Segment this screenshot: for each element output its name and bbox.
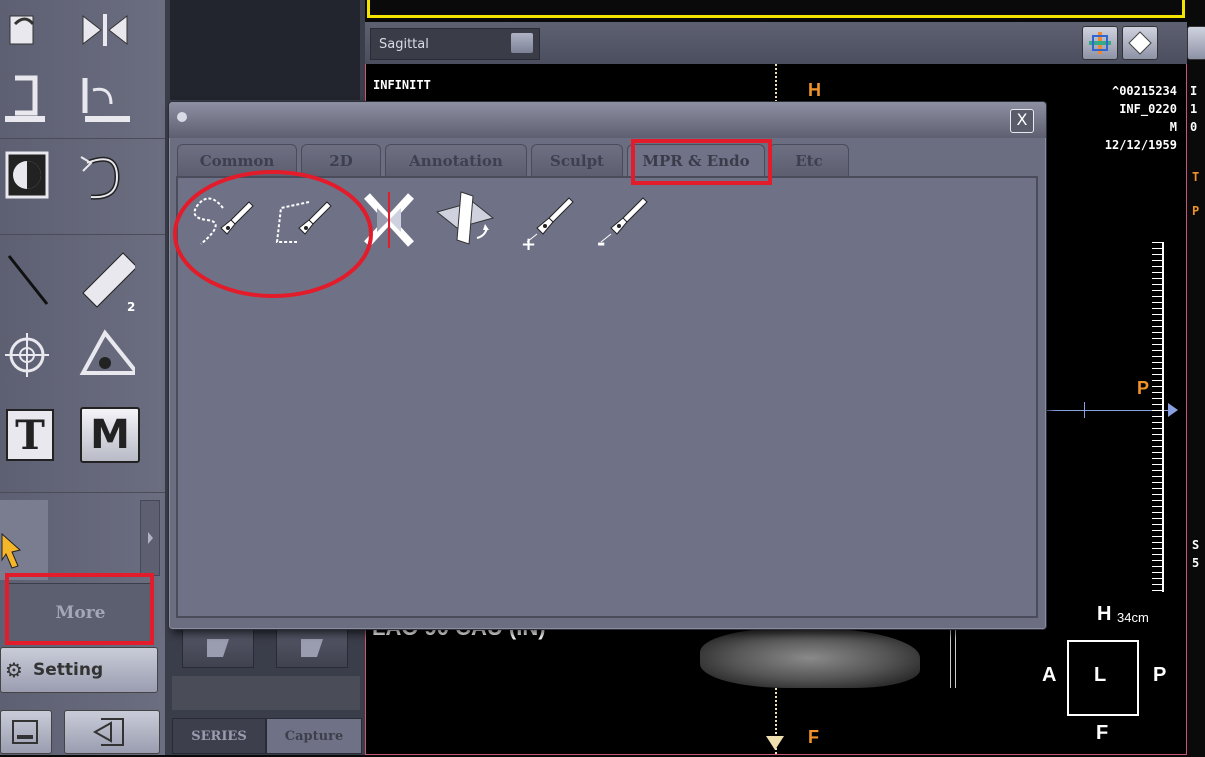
rotate-icon[interactable] bbox=[75, 68, 135, 128]
mirror-icon[interactable] bbox=[0, 68, 60, 128]
patient-dob: 12/12/1959 bbox=[1104, 138, 1177, 152]
line-icon[interactable] bbox=[0, 250, 60, 310]
svg-text:-: - bbox=[597, 231, 605, 252]
pointer-icon bbox=[1, 532, 22, 569]
highlight-mpr-endo-tab bbox=[631, 139, 772, 185]
cube-top: H bbox=[1097, 603, 1112, 625]
text-icon[interactable]: T bbox=[0, 405, 60, 465]
highlight-curve-tools bbox=[173, 170, 373, 298]
scan-marker bbox=[950, 628, 956, 688]
tab-sculpt[interactable]: Sculpt bbox=[531, 144, 623, 176]
orientation-right: P bbox=[1137, 378, 1150, 398]
invert-icon[interactable] bbox=[0, 145, 60, 205]
selected-view-border bbox=[367, 0, 1185, 18]
flip-vertical-icon[interactable] bbox=[75, 0, 135, 60]
exit-button[interactable] bbox=[64, 710, 160, 754]
ref-line-arrow bbox=[766, 736, 784, 750]
svg-text:+: + bbox=[521, 234, 536, 252]
right-edge-text-1: I bbox=[1190, 84, 1198, 98]
series-strip bbox=[172, 676, 360, 710]
cube-center: L bbox=[1094, 664, 1107, 686]
render-mode-button[interactable] bbox=[1122, 26, 1158, 60]
layout-button[interactable] bbox=[1187, 26, 1205, 60]
crosshair-toggle-button[interactable] bbox=[1082, 26, 1118, 60]
right-edge-text-5: P bbox=[1192, 204, 1200, 218]
scale-ruler-spine bbox=[1162, 242, 1164, 592]
flip-horizontal-icon[interactable] bbox=[0, 0, 60, 60]
series-thumbnail-area bbox=[170, 0, 360, 100]
patient-id: ^00215234 bbox=[1111, 84, 1177, 98]
series-thumbnail[interactable] bbox=[276, 628, 348, 668]
remove-point-pen-icon[interactable]: - bbox=[589, 188, 653, 252]
setting-label: Setting bbox=[33, 660, 104, 680]
institution-label: INFINITT bbox=[373, 78, 431, 92]
tab-annotation[interactable]: Annotation bbox=[385, 144, 527, 176]
right-edge-text-3: 0 bbox=[1190, 120, 1198, 134]
ref-tick bbox=[1084, 402, 1085, 418]
right-edge-text-2: 1 bbox=[1190, 102, 1198, 116]
setting-button[interactable]: ⚙ Setting bbox=[0, 647, 158, 693]
pointer-tool-button[interactable] bbox=[0, 500, 48, 580]
highlight-more-button bbox=[5, 573, 154, 645]
cube-right: P bbox=[1153, 664, 1167, 686]
ruler-2d-icon[interactable]: 2D bbox=[75, 250, 135, 314]
series-thumbnail[interactable] bbox=[182, 628, 254, 668]
right-edge-text-6: S bbox=[1192, 538, 1200, 552]
chevron-down-icon[interactable] bbox=[511, 33, 533, 53]
patient-sex: M bbox=[1169, 120, 1177, 134]
crosshair-color-icon bbox=[1089, 32, 1111, 54]
gear-icon: ⚙ bbox=[5, 658, 23, 682]
cube-left: A bbox=[1042, 664, 1057, 686]
crosshair-icon[interactable] bbox=[0, 325, 60, 385]
plane-select-value: Sagittal bbox=[379, 36, 429, 52]
right-edge-text-7: 5 bbox=[1192, 556, 1200, 570]
marker-m-icon[interactable]: M bbox=[80, 405, 140, 465]
rotate-plane-icon[interactable] bbox=[433, 188, 497, 252]
tab-series[interactable]: SERIES bbox=[172, 718, 266, 754]
ref-line-arrow bbox=[1168, 403, 1178, 417]
toolbar-expand-button[interactable] bbox=[140, 500, 160, 576]
tab-etc[interactable]: Etc bbox=[769, 144, 849, 176]
add-point-pen-icon[interactable]: + bbox=[515, 188, 579, 252]
scan-image-fragment bbox=[700, 628, 920, 688]
orientation-top: H bbox=[808, 80, 821, 100]
minimize-button[interactable] bbox=[0, 710, 52, 754]
tab-capture[interactable]: Capture bbox=[266, 718, 362, 754]
undo-rotate-icon[interactable] bbox=[75, 145, 135, 205]
plane-select[interactable]: Sagittal bbox=[370, 28, 540, 60]
viewport-top-strip bbox=[365, 0, 1187, 22]
diamond-icon bbox=[1128, 31, 1152, 55]
accession-number: INF_0220 bbox=[1119, 102, 1177, 116]
orientation-bottom: F bbox=[808, 727, 819, 747]
window-dot-icon bbox=[177, 112, 187, 122]
close-button[interactable]: X bbox=[1010, 109, 1034, 133]
cube-bottom: F bbox=[1096, 722, 1109, 744]
svg-text:2D: 2D bbox=[127, 300, 135, 314]
dialog-titlebar[interactable]: X bbox=[169, 102, 1046, 138]
right-edge-text-4: T bbox=[1192, 170, 1200, 184]
angle-icon[interactable] bbox=[75, 325, 135, 385]
scale-label: 34cm bbox=[1117, 610, 1149, 625]
